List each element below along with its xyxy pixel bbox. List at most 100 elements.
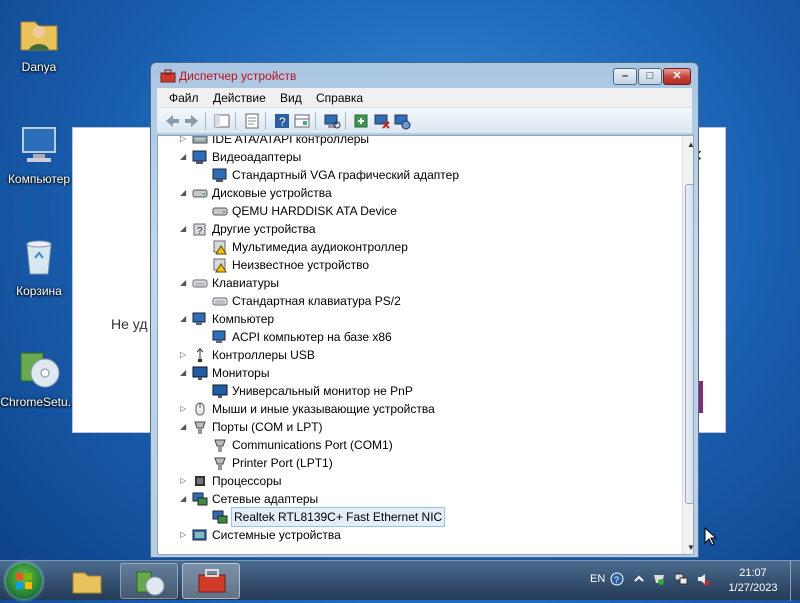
help-icon[interactable]: ? xyxy=(610,572,624,586)
tree-category[interactable]: ◢ Компьютер xyxy=(158,310,678,328)
collapse-arrow-icon[interactable]: ◢ xyxy=(180,148,189,166)
tree-item-label: Мыши и иные указывающие устройства xyxy=(212,402,435,416)
show-desktop-button[interactable] xyxy=(790,561,800,601)
tree-device[interactable]: ACPI компьютер на базе x86 xyxy=(158,328,678,346)
expand-arrow-icon[interactable]: ▷ xyxy=(180,400,189,418)
tree-category[interactable]: ▷ Процессоры xyxy=(158,472,678,490)
usb-icon xyxy=(192,347,208,363)
desktop-icon-recycle-bin[interactable]: Корзина xyxy=(0,232,78,298)
expand-arrow-icon[interactable]: ▷ xyxy=(180,472,189,490)
close-button[interactable]: ✕ xyxy=(663,68,691,85)
collapse-arrow-icon[interactable]: ◢ xyxy=(180,310,189,328)
menu-help[interactable]: Справка xyxy=(316,91,363,105)
start-button[interactable] xyxy=(6,563,42,599)
language-indicator[interactable]: EN xyxy=(590,573,605,585)
menu-file[interactable]: Файл xyxy=(169,91,199,105)
tree-item-label: ACPI компьютер на базе x86 xyxy=(232,330,392,344)
toolbar-separator xyxy=(205,112,206,130)
taskbar-setup-button[interactable] xyxy=(120,563,178,599)
help-icon[interactable]: ? xyxy=(273,112,291,130)
tree-item-label: Printer Port (LPT1) xyxy=(232,456,333,470)
tree-item-label: Realtek RTL8139C+ Fast Ethernet NIC xyxy=(230,507,446,527)
collapse-arrow-icon[interactable]: ◢ xyxy=(180,274,189,292)
vertical-scrollbar[interactable]: ▲ ▼ xyxy=(682,136,693,554)
maximize-button[interactable]: □ xyxy=(638,68,662,85)
tree-device[interactable]: QEMU HARDDISK ATA Device xyxy=(158,202,678,220)
tree-category[interactable]: ◢ Мониторы xyxy=(158,364,678,382)
show-hidden-icons-icon[interactable] xyxy=(632,572,646,586)
tree-device[interactable]: Неизвестное устройство xyxy=(158,256,678,274)
clock[interactable]: 21:07 1/27/2023 xyxy=(722,566,784,596)
desktop-icon-user[interactable]: Danya xyxy=(0,8,78,74)
taskbar-explorer-button[interactable] xyxy=(58,563,116,599)
tree-device[interactable]: Communications Port (COM1) xyxy=(158,436,678,454)
collapse-arrow-icon[interactable]: ◢ xyxy=(180,220,189,238)
toolbar: ? xyxy=(157,108,692,134)
warning-device-icon xyxy=(212,239,228,255)
scroll-down-arrow[interactable]: ▼ xyxy=(683,539,693,554)
tree-item-label: Дисковые устройства xyxy=(212,186,332,200)
properties-icon[interactable] xyxy=(243,112,261,130)
taskbar-device-manager-button[interactable] xyxy=(182,563,240,599)
tree-item-label: Сетевые адаптеры xyxy=(212,492,319,506)
desktop-icon-computer[interactable]: Компьютер xyxy=(0,120,78,186)
disable-device-icon[interactable] xyxy=(373,112,391,130)
menu-action[interactable]: Действие xyxy=(213,91,266,105)
uninstall-device-icon[interactable] xyxy=(393,112,411,130)
minimize-icon: – xyxy=(621,70,629,82)
device-tree[interactable]: ▷ IDE ATA/ATAPI контроллеры ◢ Видеоадаптеры… xyxy=(157,135,694,555)
scrollbar-thumb[interactable] xyxy=(685,184,693,504)
action-center-icon[interactable] xyxy=(652,572,666,586)
collapse-arrow-icon[interactable]: ◢ xyxy=(180,418,189,436)
title-bar[interactable]: Диспетчер устройств – □ ✕ xyxy=(151,63,698,89)
expand-arrow-icon[interactable]: ▷ xyxy=(180,136,189,148)
tree-category[interactable]: ◢ Сетевые адаптеры xyxy=(158,490,678,508)
tree-item-label: Системные устройства xyxy=(212,528,341,542)
tree-category[interactable]: ◢ Дисковые устройства xyxy=(158,184,678,202)
tree-item-label: Клавиатуры xyxy=(212,276,279,290)
tree-category[interactable]: ◢ Видеоадаптеры xyxy=(158,148,678,166)
volume-muted-icon[interactable] xyxy=(696,572,710,586)
network-icon[interactable] xyxy=(674,572,688,586)
scan-hardware-icon[interactable] xyxy=(323,112,341,130)
minimize-button[interactable]: – xyxy=(613,68,637,85)
tree-device[interactable]: Универсальный монитор не PnP xyxy=(158,382,678,400)
tree-device[interactable]: Стандартный VGA графический адаптер xyxy=(158,166,678,184)
tree-device[interactable]: Realtek RTL8139C+ Fast Ethernet NIC xyxy=(158,507,678,527)
menu-view[interactable]: Вид xyxy=(280,91,302,105)
tree-device[interactable]: Мультимедиа аудиоконтроллер xyxy=(158,238,678,256)
mouse-cursor-icon xyxy=(704,527,718,546)
tree-category[interactable]: ◢ Клавиатуры xyxy=(158,274,678,292)
tree-item-label: Порты (COM и LPT) xyxy=(212,420,323,434)
display-adapter-icon xyxy=(212,167,228,183)
clock-time: 21:07 xyxy=(739,567,767,579)
desktop-icon-label: Корзина xyxy=(16,284,62,298)
unknown-device-icon: ? xyxy=(192,221,208,237)
collapse-arrow-icon[interactable]: ◢ xyxy=(180,490,189,508)
back-icon[interactable] xyxy=(163,112,181,130)
collapse-arrow-icon[interactable]: ◢ xyxy=(180,364,189,382)
tree-category[interactable]: ◢? Другие устройства xyxy=(158,220,678,238)
tree-category[interactable]: ▷ Системные устройства xyxy=(158,526,678,544)
tree-category[interactable]: ▷ Мыши и иные указывающие устройства xyxy=(158,400,678,418)
show-hide-tree-icon[interactable] xyxy=(213,112,231,130)
svg-text:?: ? xyxy=(279,115,286,129)
expand-arrow-icon[interactable]: ▷ xyxy=(180,526,189,544)
tree-device[interactable]: Printer Port (LPT1) xyxy=(158,454,678,472)
tree-category[interactable]: ▷ IDE ATA/ATAPI контроллеры xyxy=(158,136,678,148)
close-icon: ✕ xyxy=(672,70,682,82)
computer-icon xyxy=(192,311,208,327)
tree-category[interactable]: ▷ Контроллеры USB xyxy=(158,346,678,364)
view-icon[interactable] xyxy=(293,112,311,130)
update-driver-icon[interactable] xyxy=(353,112,371,130)
device-manager-icon xyxy=(160,69,176,83)
scroll-up-arrow[interactable]: ▲ xyxy=(683,136,693,153)
collapse-arrow-icon[interactable]: ◢ xyxy=(180,184,189,202)
forward-icon[interactable] xyxy=(183,112,201,130)
device-manager-window: Диспетчер устройств – □ ✕ Файл Действие … xyxy=(150,62,699,558)
tree-category[interactable]: ◢ Порты (COM и LPT) xyxy=(158,418,678,436)
desktop-icon-chrome-setup[interactable]: ChromeSetu... xyxy=(0,343,78,409)
expand-arrow-icon[interactable]: ▷ xyxy=(180,346,189,364)
tree-device[interactable]: Стандартная клавиатура PS/2 xyxy=(158,292,678,310)
warning-device-icon xyxy=(212,257,228,273)
